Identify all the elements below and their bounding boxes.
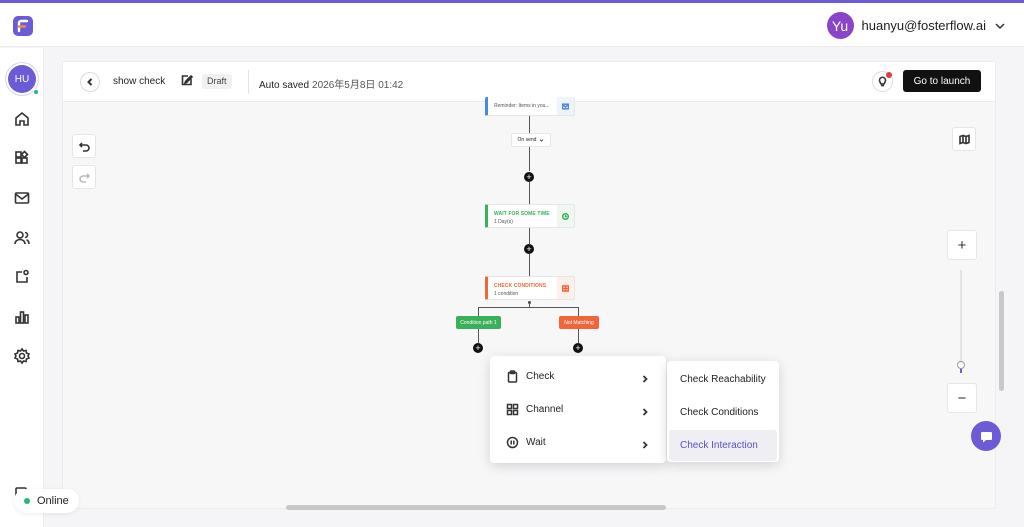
submenu-item-check-interaction[interactable]: Check Interaction	[669, 430, 777, 461]
submenu-item-check-conditions[interactable]: Check Conditions	[669, 397, 777, 428]
menu-item-label: Check	[526, 371, 555, 382]
users-icon[interactable]	[13, 229, 31, 247]
chat-icon	[980, 431, 992, 442]
user-email: huanyu@fosterflow.ai	[861, 18, 987, 33]
condition-path-button[interactable]: Condition path 1	[456, 316, 501, 329]
menu-item-label: Channel	[526, 404, 564, 415]
zoom-in-button[interactable]: +	[947, 230, 977, 260]
lightbulb-icon	[878, 76, 887, 87]
connector	[529, 254, 530, 276]
email-node-subtitle: Reminder: Items in you...	[494, 103, 550, 109]
connector	[478, 307, 479, 316]
add-step-icon[interactable]: +	[573, 343, 583, 353]
grid-icon	[506, 403, 519, 416]
wait-node[interactable]: WAIT FOR SOME TIME 1 Day(s)	[485, 204, 575, 228]
chevron-right-icon	[640, 437, 650, 449]
menu-item-label: Wait	[526, 437, 546, 448]
notification-dot	[886, 72, 892, 78]
email-node[interactable]: Reminder: Items in you...	[485, 97, 575, 116]
chevron-right-icon	[640, 371, 650, 383]
minimap-button[interactable]	[952, 127, 976, 151]
menu-item-channel[interactable]: Channel	[490, 393, 666, 426]
connector	[529, 116, 530, 133]
add-step-icon[interactable]: +	[524, 172, 534, 182]
presence-dot	[33, 89, 39, 95]
vertical-scrollbar[interactable]	[999, 291, 1004, 391]
check-node-title: CHECK CONDITIONS	[494, 283, 547, 289]
home-icon[interactable]	[13, 110, 31, 128]
add-step-menu: Check Channel Wait	[490, 356, 666, 463]
editor-header: show check Draft Auto saved 2026年5月8日 01:…	[63, 62, 995, 102]
branch-connector	[478, 307, 579, 308]
redo-icon	[78, 172, 90, 183]
map-icon	[958, 133, 970, 145]
menu-item-wait[interactable]: Wait	[490, 426, 666, 459]
connector	[529, 228, 530, 244]
user-avatar[interactable]: Yu	[826, 12, 854, 39]
chat-support-button[interactable]	[971, 421, 1001, 451]
wait-node-title: WAIT FOR SOME TIME	[494, 211, 550, 217]
go-to-launch-button[interactable]: Go to launch	[903, 70, 981, 92]
settings-icon[interactable]	[13, 347, 31, 365]
connector	[578, 329, 579, 343]
top-bar: Yu huanyu@fosterflow.ai	[0, 3, 1024, 47]
wait-node-subtitle: 1 Day(s)	[494, 219, 513, 225]
check-submenu: Check Reachability Check Conditions Chec…	[667, 361, 779, 462]
mail-icon[interactable]	[13, 189, 31, 207]
back-button[interactable]	[80, 72, 100, 92]
redo-button[interactable]	[72, 165, 96, 189]
undo-icon	[78, 141, 90, 152]
connector	[578, 307, 579, 316]
sidebar: HU	[0, 48, 44, 527]
condition-icon	[557, 277, 574, 299]
horizontal-scrollbar[interactable]	[286, 505, 666, 510]
chevron-down-icon	[540, 138, 544, 142]
on-send-label: On send	[517, 137, 537, 143]
connector	[529, 182, 530, 204]
mail-icon	[557, 97, 574, 115]
not-matching-button[interactable]: Not Matching	[559, 316, 599, 329]
chevron-right-icon	[640, 404, 650, 416]
autosave-label: Auto saved	[259, 80, 310, 91]
zoom-out-button[interactable]: −	[947, 383, 977, 413]
online-label: Online	[37, 495, 69, 507]
add-step-icon[interactable]: +	[473, 343, 483, 353]
on-send-dropdown[interactable]: On send	[511, 133, 551, 147]
pause-icon	[506, 436, 519, 449]
journey-icon[interactable]	[13, 268, 31, 286]
header-divider	[248, 70, 249, 94]
check-node-subtitle: 1 condition	[494, 291, 519, 297]
chevron-down-icon[interactable]	[994, 20, 1006, 32]
autosave-time: 2026年5月8日 01:42	[312, 80, 404, 91]
menu-item-check[interactable]: Check	[490, 360, 666, 393]
zoom-slider[interactable]	[960, 270, 962, 370]
online-dot	[24, 498, 30, 504]
chevron-left-icon	[87, 78, 93, 86]
submenu-item-check-reachability[interactable]: Check Reachability	[669, 364, 777, 395]
clock-icon	[557, 205, 574, 227]
online-status[interactable]: Online	[14, 489, 79, 513]
status-badge: Draft	[202, 74, 232, 89]
undo-button[interactable]	[72, 134, 96, 158]
analytics-icon[interactable]	[13, 308, 31, 326]
fosterflow-logo-icon[interactable]	[12, 15, 34, 37]
connector	[529, 147, 530, 171]
autosave-status: Auto saved 2026年5月8日 01:42	[259, 76, 403, 91]
clipboard-icon	[506, 370, 519, 383]
journey-title: show check	[113, 76, 166, 87]
edit-icon[interactable]	[180, 74, 194, 87]
apps-icon[interactable]	[13, 149, 31, 167]
sidebar-avatar[interactable]: HU	[8, 65, 36, 93]
check-conditions-node[interactable]: CHECK CONDITIONS 1 condition	[485, 276, 575, 300]
connector	[478, 329, 479, 343]
zoom-slider-thumb[interactable]	[957, 361, 965, 369]
add-step-icon[interactable]: +	[524, 244, 534, 254]
user-menu[interactable]: Yu huanyu@fosterflow.ai	[826, 12, 1007, 39]
